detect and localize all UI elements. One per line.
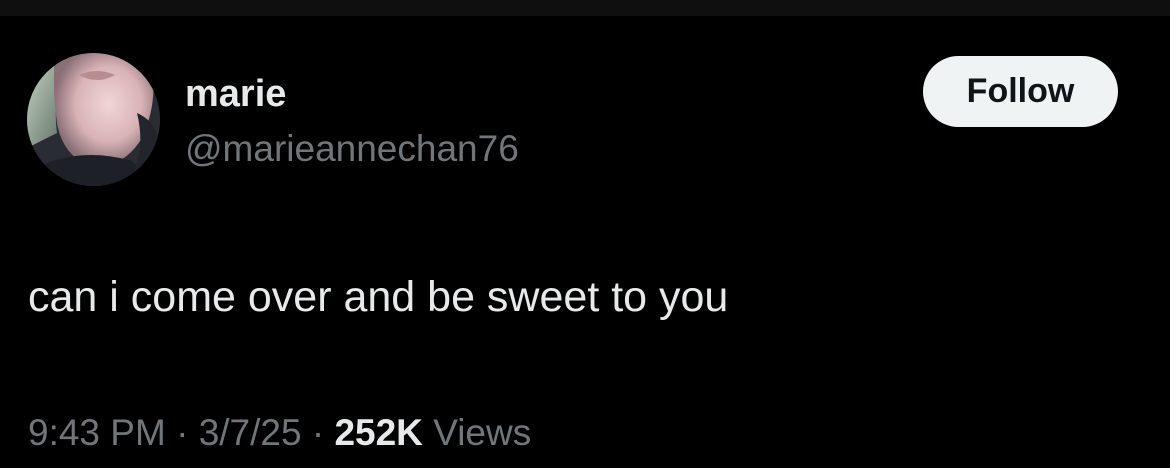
meta-separator: · xyxy=(311,412,325,453)
author-handle[interactable]: @marieannechan76 xyxy=(185,128,519,170)
views-label[interactable]: Views xyxy=(433,412,531,453)
meta-separator: · xyxy=(176,412,189,453)
views-count[interactable]: 252K xyxy=(334,412,422,453)
tweet-time[interactable]: 9:43 PM xyxy=(28,412,166,453)
tweet-date[interactable]: 3/7/25 xyxy=(199,412,302,453)
top-strip xyxy=(0,0,1170,16)
follow-button[interactable]: Follow xyxy=(923,56,1118,127)
tweet-card: marie @marieannechan76 Follow can i come… xyxy=(0,16,1170,468)
tweet-meta: 9:43 PM · 3/7/25 · 252K Views xyxy=(28,412,531,454)
tweet-text: can i come over and be sweet to you xyxy=(28,273,729,321)
author-name[interactable]: marie xyxy=(185,72,286,116)
avatar-photo-icon xyxy=(27,53,160,186)
author-avatar[interactable] xyxy=(27,53,160,186)
